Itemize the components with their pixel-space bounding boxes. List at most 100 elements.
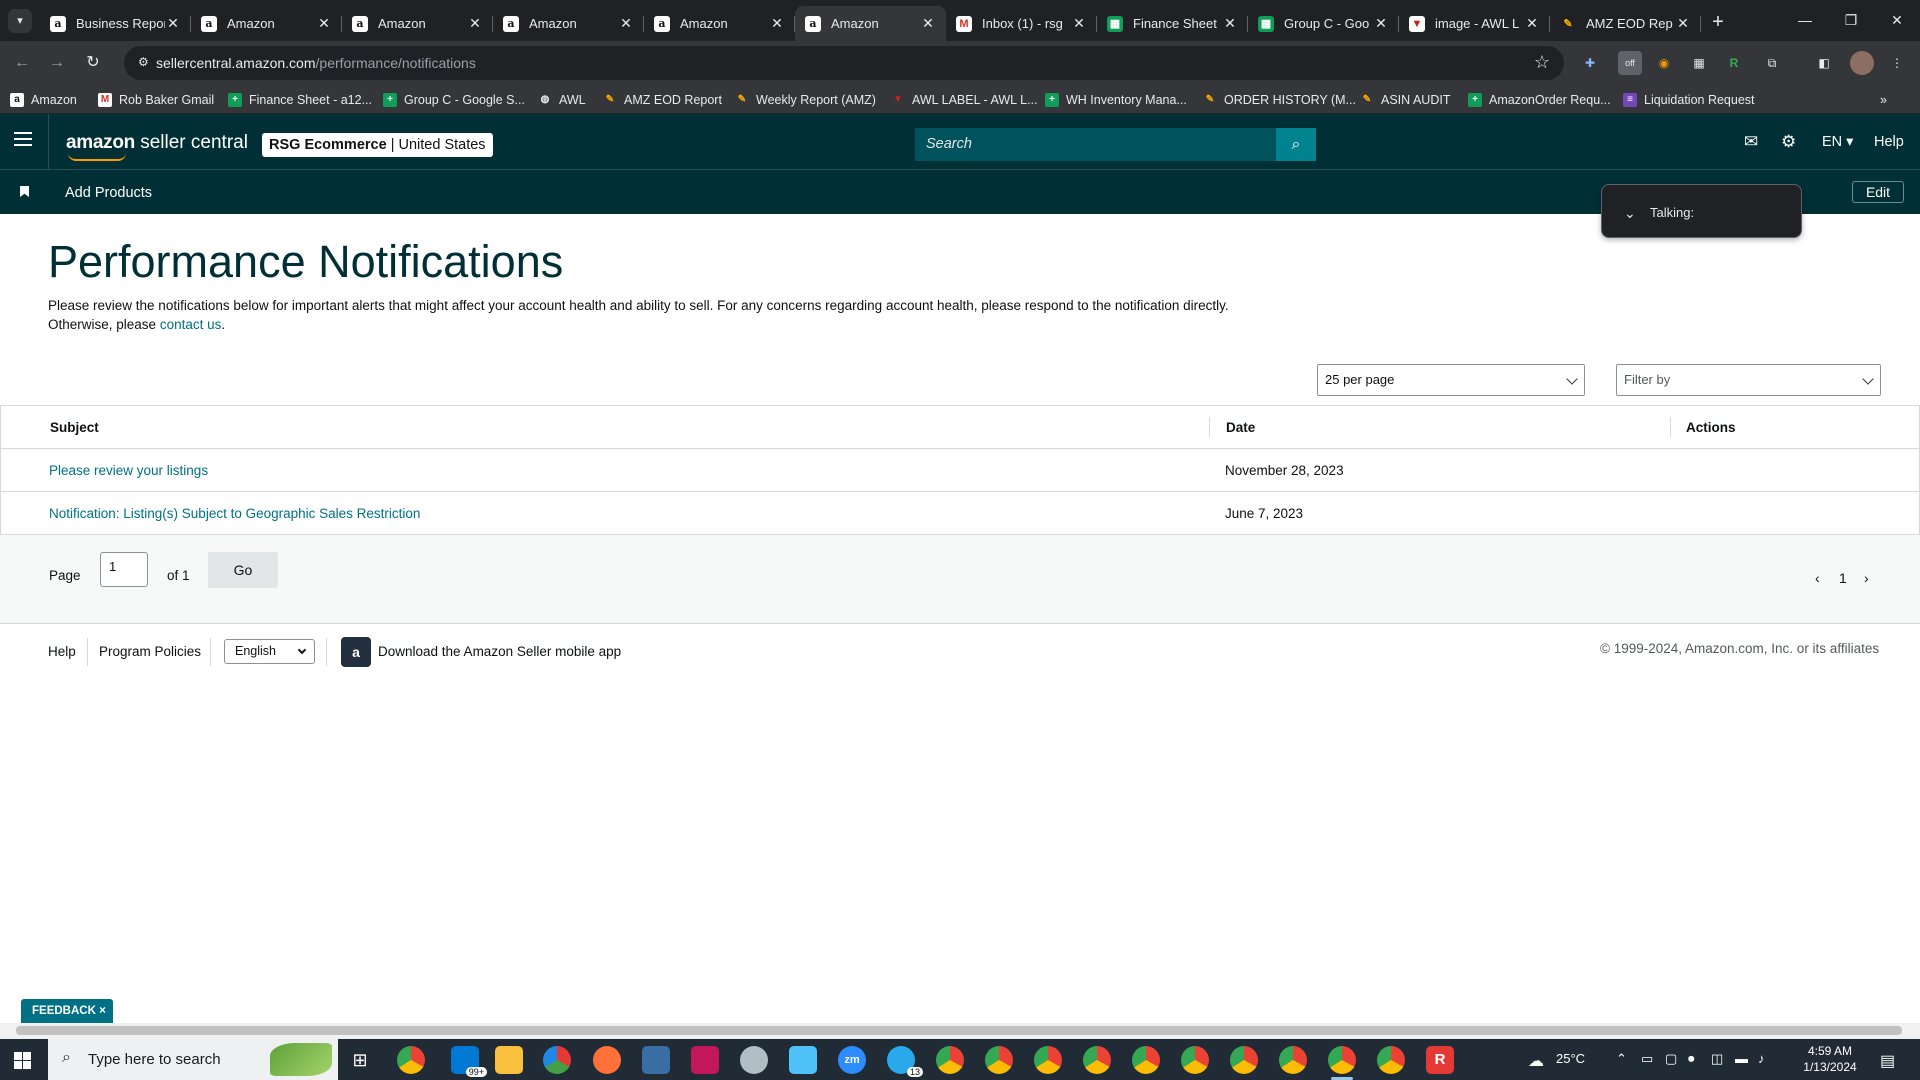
windows-start-icon[interactable] <box>14 1052 31 1069</box>
zoom-icon[interactable]: zm <box>838 1046 866 1074</box>
scrollbar-thumb[interactable] <box>16 1026 1902 1035</box>
notification-subject-link[interactable]: Please review your listings <box>49 463 208 478</box>
feedback-button[interactable]: FEEDBACK × <box>21 999 113 1023</box>
bookmark-item[interactable]: + Finance Sheet - a12... <box>228 89 372 110</box>
close-icon[interactable]: ✕ <box>1373 15 1389 32</box>
footer-help-link[interactable]: Help <box>48 644 76 659</box>
calculator-icon[interactable] <box>642 1046 670 1074</box>
footer-language-select[interactable]: English <box>224 639 315 664</box>
bookmark-item[interactable]: M Rob Baker Gmail <box>98 89 214 110</box>
forward-button[interactable]: → <box>43 49 71 77</box>
microphone-icon[interactable]: ⏺ <box>1688 1051 1695 1067</box>
color-app-icon[interactable] <box>543 1046 571 1074</box>
close-icon[interactable]: ✕ <box>1524 15 1540 32</box>
chrome-profile-icon[interactable] <box>936 1046 964 1074</box>
browser-tab[interactable]: a Amazon ✕ <box>342 6 493 41</box>
chevron-right-icon[interactable]: › <box>1864 570 1869 586</box>
bookmark-item[interactable]: ▼ AWL LABEL - AWL L... <box>891 89 1037 110</box>
chrome-profile-icon[interactable] <box>1279 1046 1307 1074</box>
tray-chevron-up-icon[interactable]: ⌃ <box>1616 1051 1627 1067</box>
close-icon[interactable]: ✕ <box>1675 15 1691 32</box>
side-panel-icon[interactable]: ◧ <box>1812 51 1836 75</box>
browser-tab[interactable]: a Business Repor ✕ <box>40 6 191 41</box>
contact-us-link[interactable]: contact us <box>160 317 222 332</box>
minimize-button[interactable]: — <box>1782 0 1828 41</box>
chrome-profile-icon[interactable] <box>1083 1046 1111 1074</box>
taskbar-clock[interactable]: 4:59 AM 1/13/2024 <box>1795 1043 1865 1075</box>
gear-icon[interactable]: ⚙ <box>1781 132 1796 152</box>
column-header-date[interactable]: Date <box>1226 420 1255 435</box>
telegram-icon[interactable]: 13 <box>887 1046 923 1077</box>
current-page-number[interactable]: 1 <box>1839 570 1847 586</box>
merchant-switcher[interactable]: RSG Ecommerce | United States <box>262 133 493 157</box>
browser-tab[interactable]: a Amazon ✕ <box>493 6 644 41</box>
chrome-profile-icon[interactable] <box>1132 1046 1160 1074</box>
close-icon[interactable]: ✕ <box>1222 15 1238 32</box>
volume-icon[interactable]: ♪ <box>1758 1051 1765 1066</box>
page-number-input[interactable]: 1 <box>100 552 148 587</box>
extension-icon-r[interactable]: R <box>1722 51 1746 75</box>
menu-hamburger-icon[interactable] <box>14 132 32 148</box>
filter-select[interactable]: Filter by <box>1616 364 1881 396</box>
firefox-icon[interactable] <box>593 1046 621 1074</box>
bookmark-item[interactable]: ✎ ASIN AUDIT <box>1360 89 1451 110</box>
bookmark-item[interactable]: ✎ Weekly Report (AMZ) <box>735 89 876 110</box>
extension-icon-image[interactable]: ▦ <box>1687 51 1711 75</box>
reload-button[interactable]: ↻ <box>79 49 107 77</box>
browser-tab[interactable]: ✎ AMZ EOD Rep ✕ <box>1550 6 1701 41</box>
notepad-icon[interactable] <box>789 1046 817 1074</box>
close-window-button[interactable]: ✕ <box>1874 0 1920 41</box>
program-policies-link[interactable]: Program Policies <box>99 644 201 659</box>
browser-tab[interactable]: ▦ Finance Sheet ✕ <box>1097 6 1248 41</box>
weather-icon[interactable]: ☁ <box>1528 1051 1544 1071</box>
extensions-puzzle-icon[interactable]: ⧉ <box>1760 51 1784 75</box>
taskbar-search-box[interactable]: ⌕ Type here to search <box>48 1039 338 1080</box>
chrome-profile-icon[interactable] <box>1034 1046 1062 1074</box>
close-icon[interactable]: ✕ <box>467 15 483 32</box>
browser-tab[interactable]: M Inbox (1) - rsg ✕ <box>946 6 1097 41</box>
mail-app-icon[interactable]: 99+ <box>451 1046 487 1077</box>
notification-subject-link[interactable]: Notification: Listing(s) Subject to Geog… <box>49 506 420 521</box>
address-bar[interactable]: ⚙ sellercentral.amazon.com/performance/n… <box>124 46 1564 80</box>
file-explorer-icon[interactable] <box>495 1046 523 1074</box>
mail-icon[interactable]: ✉ <box>1744 132 1758 152</box>
browser-tab[interactable]: a Amazon ✕ <box>795 6 946 41</box>
chrome-profile-icon[interactable] <box>1181 1046 1209 1074</box>
search-icon[interactable]: ⌕ <box>1276 128 1316 161</box>
battery-icon[interactable]: ▬ <box>1735 1051 1748 1066</box>
go-button[interactable]: Go <box>208 552 278 588</box>
header-search-input[interactable]: Search <box>915 128 1285 161</box>
chrome-profile-icon[interactable] <box>1328 1046 1356 1074</box>
bookmark-item[interactable]: + AmazonOrder Requ... <box>1468 89 1611 110</box>
extension-icon-off[interactable]: off <box>1618 51 1642 75</box>
column-header-subject[interactable]: Subject <box>50 420 99 435</box>
chrome-profile-icon[interactable] <box>985 1046 1013 1074</box>
language-selector[interactable]: EN ▾ <box>1822 134 1853 150</box>
bookmark-item[interactable]: ◍ AWL <box>538 89 586 110</box>
chrome-profile-icon[interactable] <box>1377 1046 1405 1074</box>
close-icon[interactable]: ✕ <box>316 15 332 32</box>
restore-button[interactable]: ❐ <box>1828 0 1874 41</box>
back-button[interactable]: ← <box>8 49 36 77</box>
help-link[interactable]: Help <box>1874 134 1904 150</box>
task-view-icon[interactable]: ⊞ <box>346 1046 374 1074</box>
edit-button[interactable]: Edit <box>1852 181 1904 203</box>
chevron-down-icon[interactable]: ⌄ <box>1624 205 1636 222</box>
close-icon[interactable]: ✕ <box>618 15 634 32</box>
bookmark-item[interactable]: + WH Inventory Mana... <box>1045 89 1187 110</box>
horizontal-scrollbar[interactable] <box>0 1023 1920 1039</box>
close-icon[interactable]: ✕ <box>1071 15 1087 32</box>
more-bookmarks-icon[interactable]: » <box>1880 89 1887 110</box>
download-app-link[interactable]: Download the Amazon Seller mobile app <box>378 644 621 659</box>
wps-icon[interactable] <box>691 1046 719 1074</box>
chrome-icon[interactable] <box>397 1046 425 1074</box>
bookmark-item[interactable]: + Group C - Google S... <box>383 89 525 110</box>
new-tab-button[interactable]: + <box>1704 8 1732 36</box>
bookmark-item[interactable]: ≡ Liquidation Request <box>1623 89 1755 110</box>
profile-avatar[interactable] <box>1850 51 1874 75</box>
close-icon[interactable]: ✕ <box>920 15 936 32</box>
camera-icon[interactable]: ◫ <box>1711 1051 1723 1067</box>
browser-tab[interactable]: ▼ image - AWL L ✕ <box>1399 6 1550 41</box>
chrome-profile-icon[interactable] <box>1230 1046 1258 1074</box>
per-page-select[interactable]: 25 per page <box>1317 364 1585 396</box>
